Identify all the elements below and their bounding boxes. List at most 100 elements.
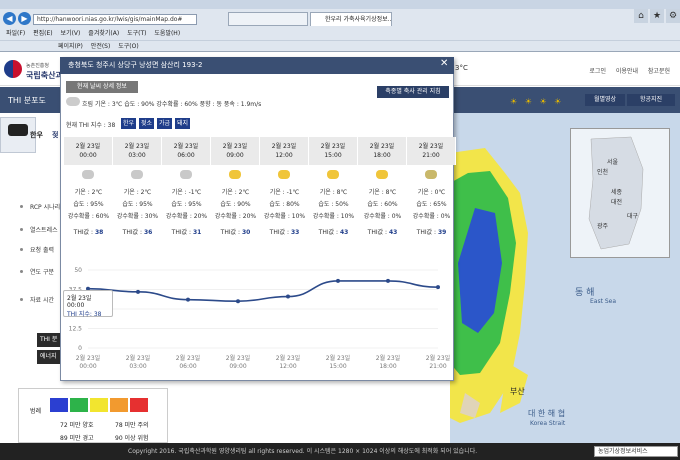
animal-tab-label-2[interactable]: 젖 [52,130,58,140]
menu-tools[interactable]: 도구(T) [127,30,146,37]
forecast-thi-value: 30 [241,229,251,236]
menu-favorites[interactable]: 즐겨찾기(A) [88,30,119,37]
forecast-temp: 기온 : -1℃ [171,189,202,196]
close-icon[interactable]: ✕ [440,58,448,69]
data-point[interactable] [186,297,190,302]
cloud-icon [131,170,143,179]
forecast-thi: THI값 : 36 [113,227,162,236]
tooltip-value: THI 지수: 38 [67,311,102,318]
sun-icon[interactable]: ☀ [525,97,532,106]
forecast-humid: 습도 : 90% [220,201,251,208]
command-toolbar: 페이지(P) 안전(S) 도구(O) [0,40,680,52]
minimap-city-daejeon: 대전 [611,199,623,206]
browser-tab-2[interactable]: 한우리 가축사육기상정보... [310,12,392,26]
east-sea-label-en: East Sea [590,298,617,305]
settings-gear-icon[interactable]: ⚙ [666,9,680,23]
weather-detail-button[interactable]: 현재 날씨 상세 정보 [66,81,138,93]
badge-hanwoo[interactable]: 한우 [121,118,137,129]
data-point[interactable] [286,294,290,299]
partly-icon [278,170,290,179]
left-item-time[interactable]: 자료 시간 [30,295,54,304]
left-item-heat[interactable]: 열스트레스 [30,225,58,234]
x-tick-label: 21:00 [429,363,446,370]
forecast-date: 2월 23일 [271,143,297,150]
forecast-humid: 습도 : 50% [318,201,349,208]
forecast-time: 15:00 [324,152,342,159]
guide-link[interactable]: 이용안내 [616,68,638,75]
left-item-request[interactable]: 요청 출력 [30,245,54,254]
forward-icon[interactable]: ▶ [18,12,31,25]
forecast-time: 21:00 [422,152,440,159]
forecast-date: 2월 23일 [173,143,199,150]
sun-icon[interactable]: ☀ [539,97,546,106]
badge-poultry[interactable]: 가금 [157,118,173,129]
back-icon[interactable]: ◀ [3,12,16,25]
badge-dairy[interactable]: 젖소 [139,118,155,129]
tooltip-date: 2월 23일 00:00 [67,295,92,309]
forecast-thi: THI값 : 43 [358,227,407,236]
forecast-header: 2월 23일 18:00 [358,137,407,165]
x-tick-label: 12:00 [279,363,296,370]
cloud-icon [180,170,192,179]
sun-icon [376,170,388,179]
forecast-thi-value: 36 [143,229,153,236]
forecast-thi: THI값 : 30 [211,227,260,236]
monthly-video-button[interactable]: 월별영상 [585,94,625,106]
badge-pig[interactable]: 돼지 [175,118,191,129]
toolbar-page[interactable]: 페이지(P) [58,43,83,50]
menu-edit[interactable]: 편집(E) [33,30,53,37]
left-item-rcp[interactable]: RCP 시나리 [30,202,60,211]
menu-file[interactable]: 파일(F) [6,30,25,37]
forecast-thi-label: THI값 : [220,229,242,236]
aerial-button[interactable]: 항공지진 [627,94,675,106]
bullet-icon [20,205,23,208]
agency-subtitle: 농촌진흥청 [26,63,50,69]
sun-icon[interactable]: ☀ [554,97,561,106]
toolbar-safety[interactable]: 안전(S) [91,43,111,50]
legend-item: 72 미만 양호 [60,422,94,429]
forecast-temp: 기온 : 8℃ [319,189,348,196]
popup-title: 충청북도 청주시 상당구 낭성면 삼산리 193-2 [68,61,203,69]
address-bar[interactable]: http://hanwoori.nias.go.kr/lwis/gis/main… [33,14,197,25]
sun-icon[interactable]: ☀ [510,97,517,106]
forecast-date: 2월 23일 [320,143,346,150]
bullet-icon [20,228,23,231]
service-select[interactable]: 농업기상정보서비스 [594,446,678,457]
data-point[interactable] [236,299,240,304]
references-link[interactable]: 참고문헌 [648,68,670,75]
forecast-rain: 강수확률 : 0% [412,213,451,220]
data-point[interactable] [386,278,390,283]
thi-map-button[interactable]: THI 분 [37,333,61,347]
busan-label: 부산 [510,387,525,396]
sun-icon [327,170,339,179]
login-link[interactable]: 로그인 [589,68,606,75]
forecast-thi-value: 39 [437,229,447,236]
x-tick-label: 2월 23일 [176,354,200,362]
legend-item: 78 미만 주의 [115,422,149,429]
minimap-city-sejong: 세종 [611,189,623,196]
forecast-thi-label: THI값 : [73,229,95,236]
left-item-year[interactable]: 연도 구분 [30,267,54,276]
cloud-icon [66,97,80,106]
minimap-city-gwangju: 광주 [597,223,609,230]
data-point[interactable] [436,285,440,290]
forecast-date: 2월 23일 [222,143,248,150]
energy-button[interactable]: 에너지 [37,350,61,364]
home-icon[interactable]: ⌂ [634,9,648,23]
favorites-icon[interactable]: ★ [650,9,664,23]
y-tick-label: 50 [74,267,82,274]
toolbar-tools[interactable]: 도구(O) [118,43,138,50]
browser-tab-1[interactable] [228,12,308,26]
partly-icon [229,170,241,179]
data-point[interactable] [136,289,140,294]
menu-help[interactable]: 도움말(H) [154,30,180,37]
x-tick-label: 09:00 [229,363,246,370]
forecast-temp: 기온 : 2℃ [221,189,250,196]
menu-view[interactable]: 보기(V) [61,30,81,37]
overview-minimap[interactable]: 서울 인천 세종 대전 광주 대구 [570,128,670,258]
forecast-thi: THI값 : 38 [64,227,113,236]
data-point[interactable] [336,278,340,283]
barn-guide-button[interactable]: 축종별 축사 관리 지침 [377,86,449,98]
forecast-thi-value: 43 [388,229,398,236]
forecast-date: 2월 23일 [75,143,101,150]
